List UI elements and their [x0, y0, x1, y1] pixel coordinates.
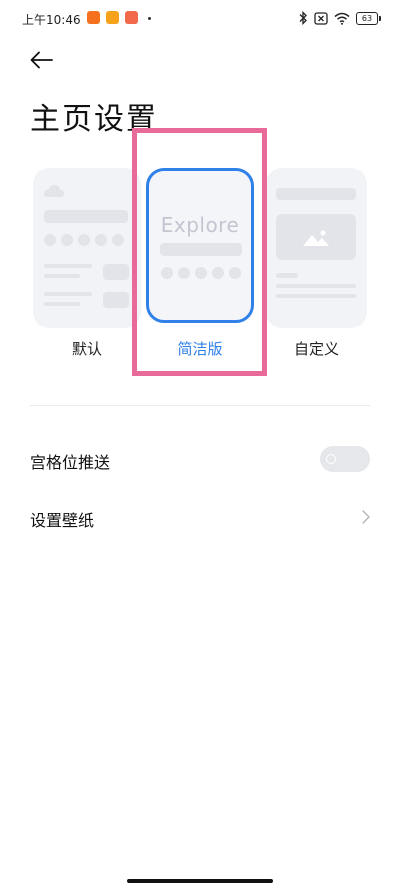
- home-indicator[interactable]: [127, 879, 273, 883]
- weibo-app-icon: [106, 11, 119, 24]
- bluetooth-icon: [299, 11, 307, 25]
- layout-label-custom: 自定义: [293, 340, 339, 358]
- status-indicators: 63: [298, 10, 381, 26]
- status-bar: 上午10:46 63: [0, 0, 400, 38]
- no-sim-icon: [314, 11, 328, 25]
- status-time: 上午10:46: [22, 13, 81, 27]
- wallpaper-label: 设置壁纸: [30, 511, 95, 530]
- highlight-annotation-box: [132, 128, 267, 376]
- grid-push-toggle[interactable]: [320, 446, 370, 472]
- section-divider: [30, 405, 370, 406]
- layout-card-default[interactable]: [33, 168, 141, 328]
- toggle-knob-icon: [326, 454, 336, 464]
- back-button[interactable]: [28, 48, 56, 72]
- notification-dot-icon: [148, 17, 151, 20]
- layout-label-default: 默认: [71, 340, 102, 358]
- battery-icon: 63: [356, 11, 381, 25]
- chevron-right-icon: [362, 510, 370, 524]
- wifi-icon: [334, 12, 350, 25]
- layout-card-custom[interactable]: [266, 168, 367, 328]
- cloud-icon: [43, 184, 65, 197]
- image-placeholder-icon: [303, 230, 329, 246]
- shop-app-icon: [125, 11, 138, 24]
- setting-row-wallpaper[interactable]: 设置壁纸: [30, 498, 370, 538]
- setting-row-grid-push: 宫格位推送: [30, 440, 370, 480]
- grid-push-label: 宫格位推送: [30, 453, 111, 472]
- back-arrow-icon: [30, 51, 53, 69]
- taobao-app-icon: [87, 11, 100, 24]
